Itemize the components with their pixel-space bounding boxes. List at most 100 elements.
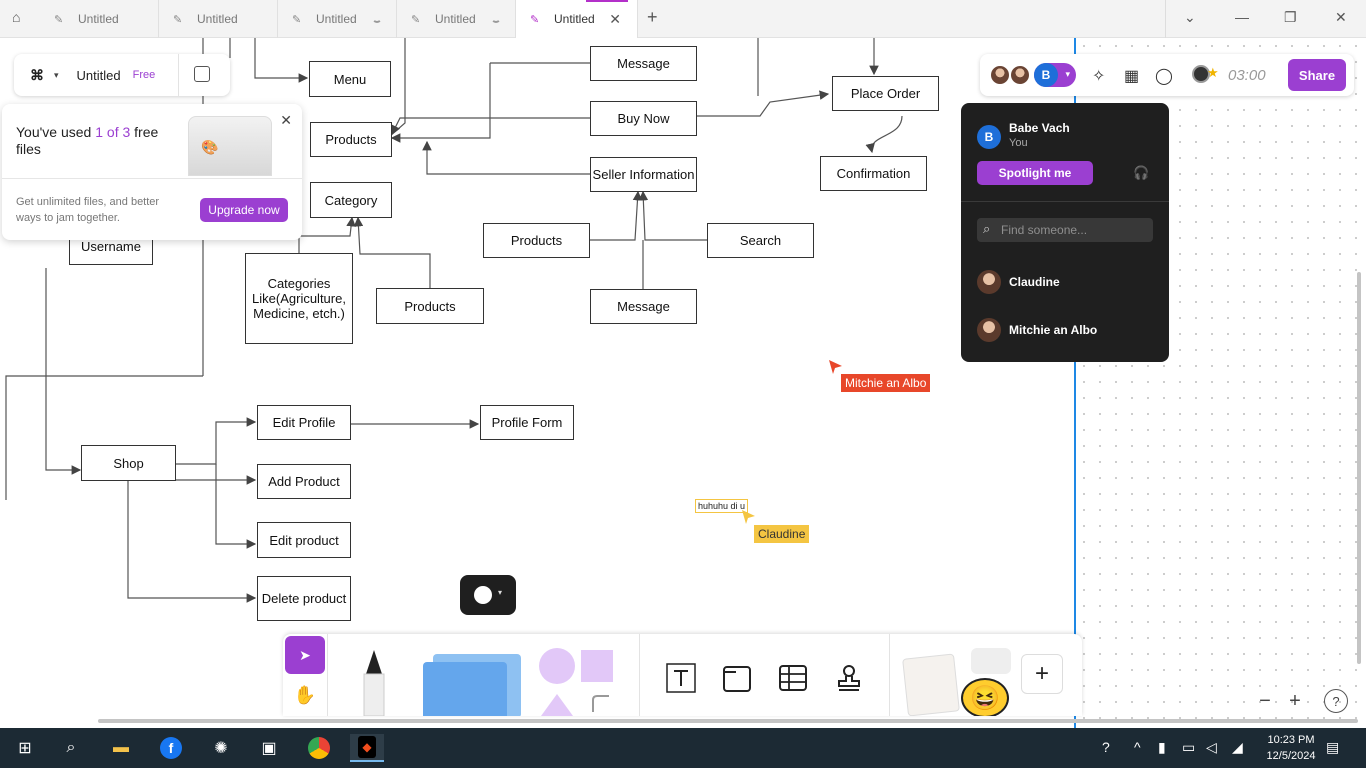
node-products-main[interactable]: Products [310,122,392,157]
zoom-out-button[interactable]: − [1252,688,1278,714]
vertical-scrollbar[interactable] [1357,272,1361,664]
color-swatch [474,586,492,604]
node-shop[interactable]: Shop [81,445,176,481]
more-tools-plus-icon[interactable]: + [1021,654,1063,694]
person-row-mitchie[interactable]: Mitchie an Albo [977,318,1157,342]
clock[interactable]: 10:23 PM 12/5/2024 [1266,732,1316,764]
node-edit-profile[interactable]: Edit Profile [257,405,351,440]
search-icon[interactable]: ⌕ [54,734,88,762]
person-row-claudine[interactable]: Claudine [977,270,1157,294]
timer[interactable]: ★ 03:00 [1192,63,1278,87]
sticky-note-tool-icon[interactable] [419,648,523,716]
avatar[interactable] [1010,65,1030,85]
marker-tool-icon[interactable] [361,648,387,716]
node-category[interactable]: Category [310,182,392,218]
node-edit-product[interactable]: Edit product [257,522,351,558]
close-window-icon[interactable]: ✕ [1335,9,1347,26]
avatar: B [977,125,1001,149]
search-icon: ⌕ [983,221,991,236]
collaborator-cursor-icon [829,360,842,374]
figma-taskbar-icon[interactable]: ◆ [350,734,384,762]
close-icon[interactable]: ✕ [280,112,292,129]
node-delete-product[interactable]: Delete product [257,576,351,621]
my-avatar-button[interactable]: B ▾ [1034,63,1076,87]
camera-widget-icon[interactable] [971,648,1011,674]
emoji-widget-icon[interactable]: 😆 [961,678,1009,716]
node-search[interactable]: Search [707,223,814,258]
divider [2,178,302,179]
file-explorer-icon[interactable]: ▬ [104,734,138,762]
node-products-left[interactable]: Products [483,223,590,258]
share-button[interactable]: Share [1288,59,1346,91]
power-icon[interactable]: ▭ [1182,739,1195,756]
move-tool-button[interactable]: ➤ [285,636,325,674]
upgrade-button[interactable]: Upgrade now [200,198,288,222]
browser-tab[interactable]: ✎ Untitled [159,0,278,38]
help-button[interactable]: ? [1324,689,1348,713]
node-buy-now[interactable]: Buy Now [590,101,697,136]
comment-icon[interactable]: ◯ [1155,66,1173,86]
photos-app-icon[interactable]: ▣ [252,734,286,762]
chevron-up-icon[interactable]: ^ [1134,739,1141,755]
color-picker-chip[interactable]: ▾ [460,575,516,615]
zoom-in-button[interactable]: + [1282,688,1308,714]
pages-icon[interactable] [194,66,210,82]
windows-start-icon[interactable]: ⊞ [8,734,42,762]
jambot-widget-icon[interactable] [902,653,960,716]
horizontal-scrollbar[interactable] [98,719,1358,723]
chatgpt-icon[interactable]: ✺ [204,734,238,762]
minimize-icon[interactable]: — [1235,9,1249,25]
avatar[interactable] [990,65,1010,85]
browser-tab[interactable]: ✎ Untitled [278,0,397,38]
file-name[interactable]: Untitled [77,68,121,83]
battery-icon[interactable]: ▮ [1158,739,1166,756]
layout-icon[interactable]: ▦ [1124,66,1139,86]
headphones-icon[interactable]: 🎧 [1133,165,1149,181]
plan-badge: Free [132,69,156,81]
restore-icon[interactable]: ❐ [1284,9,1297,26]
home-icon[interactable]: ⌂ [12,9,20,25]
typing-text-box[interactable]: huhuhu di u [695,499,749,513]
my-name: Babe Vach [1009,121,1070,135]
node-menu[interactable]: Menu [309,61,391,97]
help-tray-icon[interactable]: ? [1102,739,1110,755]
spotlight-me-button[interactable]: Spotlight me [977,161,1093,185]
browser-tab-bar: ⌂ ✎ Untitled ✎ Untitled ✎ Untitled ✎ Unt… [0,0,1366,38]
ai-sparkle-icon[interactable]: ✧ [1092,66,1105,86]
pencil-icon: ✎ [411,14,421,26]
section-tool-button[interactable] [717,658,757,698]
shapes-tool-icon[interactable] [535,646,621,716]
browser-tab-active[interactable]: ✎ Untitled ✕ [516,0,638,38]
clock-time: 10:23 PM [1267,734,1315,746]
text-tool-button[interactable] [661,658,701,698]
table-tool-button[interactable] [773,658,813,698]
pencil-icon: ✎ [292,14,302,26]
node-place-order[interactable]: Place Order [832,76,939,111]
chevron-down-icon[interactable]: ▾ [54,70,59,81]
node-seller-information[interactable]: Seller Information [590,157,697,192]
avatar [977,318,1001,342]
wifi-icon[interactable]: ◢ [1232,739,1243,756]
hand-tool-button[interactable]: ✋ [285,676,325,714]
figma-logo-icon[interactable]: ⌘ [30,67,52,84]
find-someone-input[interactable]: ⌕ Find someone... [977,218,1153,242]
notifications-icon[interactable]: ▤ [1326,739,1339,756]
node-message-top[interactable]: Message [590,46,697,81]
stamp-tool-button[interactable] [829,658,869,698]
my-subtitle: You [1009,137,1028,149]
node-confirmation[interactable]: Confirmation [820,156,927,191]
pencil-icon: ✎ [54,14,64,26]
new-tab-button[interactable]: + [647,7,658,28]
facebook-icon[interactable]: f [154,734,188,762]
node-categories-like[interactable]: Categories Like(Agriculture, Medicine, e… [245,253,353,344]
browser-tab[interactable]: ✎ Untitled [397,0,516,38]
volume-icon[interactable]: ◁ [1206,739,1217,756]
close-tab-icon[interactable]: ✕ [609,11,621,28]
node-message-bottom[interactable]: Message [590,289,697,324]
node-products-mid[interactable]: Products [376,288,484,324]
node-add-product[interactable]: Add Product [257,464,351,499]
browser-tab[interactable]: ✎ Untitled [40,0,159,38]
chrome-icon[interactable] [302,734,336,762]
chevron-down-icon[interactable]: ⌄ [1184,9,1196,26]
node-profile-form[interactable]: Profile Form [480,405,574,440]
